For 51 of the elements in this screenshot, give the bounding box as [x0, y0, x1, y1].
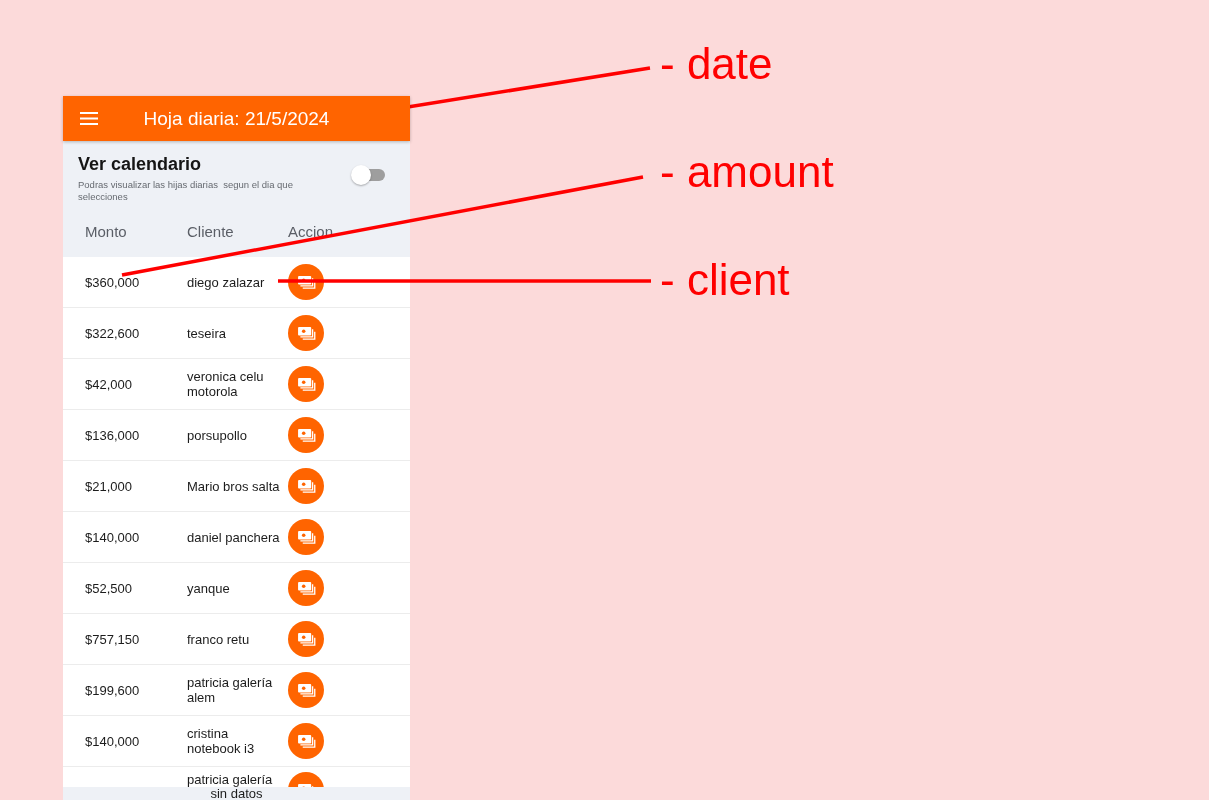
bills-icon — [296, 325, 316, 341]
bills-icon — [296, 631, 316, 647]
section-title: Ver calendario — [78, 153, 203, 175]
bills-icon — [296, 427, 316, 443]
row-action-button[interactable] — [288, 723, 324, 759]
row-action-button[interactable] — [288, 672, 324, 708]
amount-text: $140,000 — [85, 529, 140, 545]
menu-icon[interactable] — [80, 112, 98, 125]
client-name: patricia galería — [187, 772, 274, 787]
client-name: cristina notebook i3 — [187, 726, 256, 756]
amount-text: $322,600 — [85, 325, 140, 341]
annotation-label: - client — [660, 254, 790, 306]
row-action-button[interactable] — [288, 315, 324, 351]
annotation-label: - amount — [660, 146, 834, 198]
client-name: yanque — [187, 580, 231, 596]
column-header: Cliente — [187, 222, 234, 242]
client-name: teseira — [187, 325, 228, 341]
section-description: Podras visualizar las hijas diarias segun el dia que selecciones — [78, 179, 294, 203]
amount-text: $140,000 — [85, 733, 140, 749]
no-data-message: sin datos — [210, 787, 263, 800]
row-action-button[interactable] — [288, 468, 324, 504]
amount-text: $199,600 — [85, 682, 140, 698]
column-header: Monto — [85, 222, 127, 242]
client-name: daniel panchera — [187, 529, 281, 545]
client-name: patricia galería alem — [187, 675, 274, 705]
row-action-button[interactable] — [288, 366, 324, 402]
header-title: Hoja diaria: 21/5/2024 — [143, 106, 330, 131]
annotation-label: - date — [660, 38, 773, 90]
amount-text: $360,000 — [85, 274, 140, 290]
client-name: Mario bros salta — [187, 478, 281, 494]
bills-icon — [296, 478, 316, 494]
amount-text: $757,150 — [85, 631, 140, 647]
amount-text: $21,000 — [85, 478, 132, 494]
bills-icon — [296, 733, 316, 749]
bills-icon — [296, 274, 316, 290]
client-name: veronica celu motorola — [187, 369, 265, 399]
client-name: franco retu — [187, 631, 251, 647]
bills-icon — [296, 376, 316, 392]
amount-text: $136,000 — [85, 427, 140, 443]
row-action-button[interactable] — [288, 570, 324, 606]
bills-icon — [296, 682, 316, 698]
amount-text: $52,500 — [85, 580, 132, 596]
amount-text: $42,000 — [85, 376, 132, 392]
row-action-button[interactable] — [288, 519, 324, 555]
calendar-toggle[interactable] — [351, 164, 385, 186]
row-action-button[interactable] — [288, 417, 324, 453]
bills-icon — [296, 529, 316, 545]
bills-icon — [296, 580, 316, 596]
client-name: porsupollo — [187, 427, 248, 443]
client-name: diego zalazar — [187, 274, 266, 290]
row-action-button[interactable] — [288, 621, 324, 657]
